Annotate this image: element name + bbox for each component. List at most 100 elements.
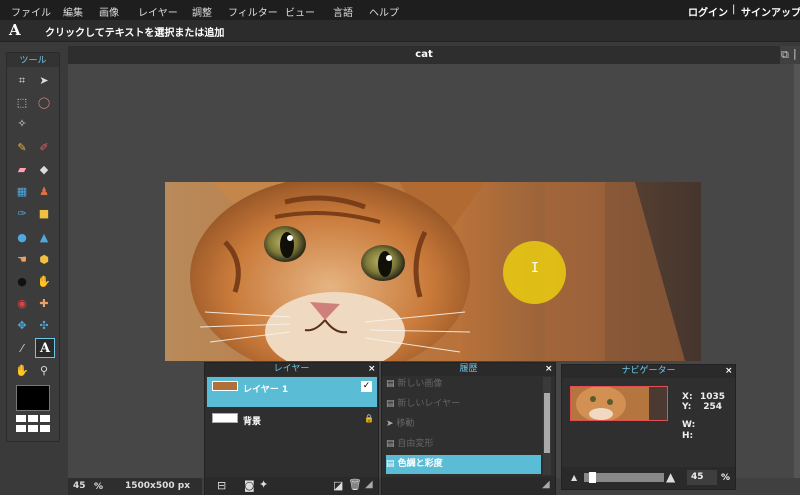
nav-x-value: 1035 <box>700 392 726 402</box>
magic-wand-icon[interactable]: ✧ <box>13 114 31 132</box>
layer-row-background[interactable]: 背景 🔒 <box>207 409 377 439</box>
zoom-in-icon[interactable]: ▲ <box>666 470 675 484</box>
marquee-icon[interactable]: ⬚ <box>13 93 31 111</box>
tool-options-bar: A クリックしてテキストを選択または追加 <box>0 20 800 42</box>
layer-visibility-checkbox[interactable]: ✓ <box>361 381 372 392</box>
pinch-icon[interactable]: ✣ <box>35 316 53 334</box>
menu-help[interactable]: ヘルプ <box>369 4 399 19</box>
layer-thumbnail <box>212 413 238 423</box>
navigator-zoom-bar: ▲ ▲ 45 % <box>562 467 735 489</box>
sponge-icon[interactable]: ⬢ <box>35 250 53 268</box>
lasso-icon[interactable]: ◯ <box>35 93 53 111</box>
hand-icon[interactable]: ✋ <box>13 361 31 379</box>
menu-view[interactable]: ビュー <box>285 4 315 19</box>
auth-separator: | <box>732 4 736 15</box>
layers-toolbar: ⊟ ◙ ✦ ◪ 🗑 ◢ <box>205 477 378 495</box>
history-scroll-thumb[interactable] <box>544 393 550 453</box>
menu-file[interactable]: ファイル <box>11 4 51 19</box>
menu-language[interactable]: 言語 <box>333 4 353 19</box>
sharpen-icon[interactable]: ▲ <box>35 228 53 246</box>
zoom-slider-thumb[interactable] <box>589 472 596 483</box>
document-size: 1500x500 px <box>125 481 191 491</box>
history-item[interactable]: ▤ 新しいレイヤー <box>386 395 541 414</box>
zoom-slider[interactable] <box>584 472 664 483</box>
color-picker-icon[interactable]: ⁄ <box>13 339 31 357</box>
layer-settings-icon[interactable]: ⊟ <box>217 479 226 492</box>
cat-photo-graphic <box>165 182 701 361</box>
document-icon: ▤ <box>386 439 395 449</box>
lock-icon: 🔒 <box>364 414 374 423</box>
layer-thumbnail <box>212 381 238 391</box>
navigator-preview[interactable] <box>570 386 668 421</box>
menu-filter[interactable]: フィルター <box>228 4 278 19</box>
grid-presets-icon[interactable] <box>16 415 52 435</box>
eraser-icon[interactable]: ▰ <box>13 160 31 178</box>
layers-title: レイヤー <box>205 363 378 376</box>
nav-h-label: H: <box>682 431 694 441</box>
vertical-scrollbar[interactable] <box>794 64 800 478</box>
navigator-title: ナビゲーター <box>562 365 735 378</box>
bloat-icon[interactable]: ✥ <box>13 316 31 334</box>
history-item[interactable]: ➤ 移動 <box>386 415 541 434</box>
menu-adjust[interactable]: 調整 <box>192 4 212 19</box>
color-replace-icon[interactable]: ✑ <box>13 204 31 222</box>
zoom-value[interactable]: 45 <box>73 481 86 491</box>
signup-link[interactable]: サインアップ <box>741 4 800 19</box>
navigator-close-icon[interactable]: × <box>725 365 733 378</box>
zoom-unit: % <box>94 482 104 492</box>
layer-name: 背景 <box>243 417 262 427</box>
resize-handle-icon[interactable]: ◢ <box>365 479 373 490</box>
status-bar: 45 % 1500x500 px <box>68 478 202 495</box>
toolbox-title: ツール <box>7 53 59 67</box>
paint-bucket-icon[interactable]: ◆ <box>35 160 53 178</box>
resize-handle-icon[interactable]: ◢ <box>542 479 550 490</box>
delete-layer-icon[interactable]: 🗑 <box>348 478 362 491</box>
layer-style-icon[interactable]: ✦ <box>259 478 268 491</box>
blur-drop-icon[interactable]: ● <box>13 228 31 246</box>
history-item[interactable]: ▤ 自由変形 <box>386 435 541 454</box>
type-icon[interactable]: A <box>35 338 55 358</box>
spot-heal-icon[interactable]: ✚ <box>35 294 53 312</box>
move-icon: ➤ <box>386 419 394 429</box>
maximize-icon[interactable]: ⧉ <box>781 48 789 62</box>
layer-mask-icon[interactable]: ◙ <box>244 479 255 492</box>
cat-image[interactable] <box>165 182 701 361</box>
login-link[interactable]: ログイン <box>688 4 728 19</box>
document-icon: ▤ <box>386 399 395 409</box>
history-close-icon[interactable]: × <box>545 363 553 376</box>
history-item[interactable]: ▤ 新しい画像 <box>386 375 541 394</box>
layers-panel: レイヤー × レイヤー 1 ✓ 背景 🔒 ⊟ ◙ ✦ ◪ 🗑 ◢ <box>204 362 379 495</box>
nav-y-label: Y: <box>682 402 692 412</box>
menu-bar: ファイル 編集 画像 レイヤー 調整 フィルター ビュー 言語 ヘルプ ログイン… <box>0 0 800 20</box>
burn-icon[interactable]: ● <box>13 272 31 290</box>
history-footer: ◢ <box>382 477 555 495</box>
dodge-icon[interactable]: ✋ <box>35 272 53 290</box>
move-icon[interactable]: ➤ <box>35 71 53 89</box>
primary-color-swatch[interactable] <box>16 385 50 411</box>
clone-stamp-icon[interactable]: ♟ <box>35 182 53 200</box>
crop-icon[interactable]: ⌗ <box>13 71 31 89</box>
brush-cursor-indicator: I <box>503 241 566 304</box>
zoom-out-icon[interactable]: ▲ <box>571 473 577 482</box>
history-scrollbar[interactable] <box>543 377 551 475</box>
gradient-icon[interactable]: ▦ <box>13 182 31 200</box>
layer-name: レイヤー 1 <box>243 385 289 395</box>
menu-image[interactable]: 画像 <box>99 4 119 19</box>
pencil-icon[interactable]: ✎ <box>13 138 31 156</box>
smudge-icon[interactable]: ☚ <box>13 250 31 268</box>
tool-hint-text: クリックしてテキストを選択または追加 <box>45 28 225 39</box>
menu-edit[interactable]: 編集 <box>63 4 83 19</box>
history-item-active[interactable]: ▤ 色調と彩度 <box>386 455 541 474</box>
red-eye-icon[interactable]: ◉ <box>13 294 31 312</box>
toolbox-panel: ツール ⌗ ➤ ⬚ ◯ ✧ ✎ ✐ ▰ ◆ ▦ ♟ ✑ ■ ● ▲ ☚ ⬢ ● … <box>6 52 60 442</box>
close-icon[interactable]: | <box>793 47 797 60</box>
layer-row-1[interactable]: レイヤー 1 ✓ <box>207 377 377 407</box>
nav-zoom-input[interactable]: 45 <box>687 470 717 485</box>
layers-close-icon[interactable]: × <box>368 363 376 376</box>
shape-icon[interactable]: ■ <box>35 204 53 222</box>
zoom-icon[interactable]: ⚲ <box>35 361 53 379</box>
brush-icon[interactable]: ✐ <box>35 138 53 156</box>
nav-y-value: 254 <box>703 402 722 412</box>
menu-layer[interactable]: レイヤー <box>138 4 178 19</box>
new-layer-icon[interactable]: ◪ <box>333 479 343 492</box>
